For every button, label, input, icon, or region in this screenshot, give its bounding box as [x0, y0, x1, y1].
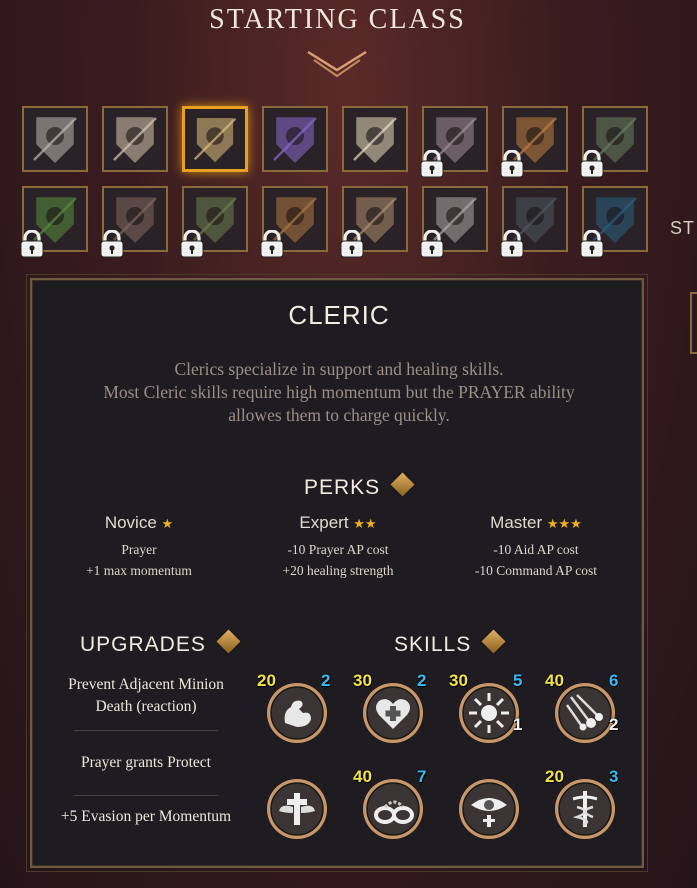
skill-momentum-cost: 7 [417, 767, 427, 786]
lock-icon [499, 230, 525, 258]
class-info-panel: CLERIC Clerics specialize in support and… [30, 278, 644, 868]
skill-momentum-cost: 6 [609, 671, 619, 690]
upgrades-heading-text: UPGRADES [80, 633, 206, 656]
upgrade-item[interactable]: Prayer grants Protect [48, 731, 244, 795]
skill-button[interactable]: 40 6 2 [545, 671, 619, 745]
skill-ap-cost: 40 [353, 767, 372, 786]
class-slot[interactable] [22, 106, 88, 172]
class-slot[interactable] [182, 106, 248, 172]
skill-button[interactable]: 40 7 [353, 767, 426, 841]
perk-title: Master [490, 513, 543, 532]
side-panel-label: ST [670, 218, 696, 238]
lock-icon [499, 150, 525, 178]
perk-line: -10 Aid AP cost [493, 542, 579, 557]
class-slot[interactable] [340, 186, 408, 258]
winged-cross-icon [267, 779, 327, 839]
class-slot[interactable] [420, 106, 488, 178]
skill-momentum-cost: 2 [321, 671, 331, 690]
class-slot[interactable] [342, 106, 408, 172]
class-slot[interactable] [500, 186, 568, 258]
perk-title: Novice [104, 513, 157, 532]
perk-master: Master ★★★ -10 Aid AP cost -10 Command A… [441, 513, 631, 581]
class-slot[interactable] [180, 186, 248, 258]
title-divider-ornament [100, 49, 575, 78]
perk-expert: Expert ★★ -10 Prayer AP cost +20 healing… [243, 513, 433, 581]
lock-icon [339, 230, 365, 258]
stag-skull-class-icon [104, 108, 166, 170]
class-description: Clerics specialize in support and healin… [32, 358, 646, 427]
lock-icon [259, 230, 285, 258]
diamond-icon [481, 629, 506, 654]
upgrade-item[interactable]: +5 Evasion per Momentum [48, 796, 244, 856]
skill-button[interactable] [457, 777, 521, 841]
skill-ap-cost: 30 [449, 671, 468, 690]
class-slot[interactable] [100, 186, 168, 258]
sword-shield-class-icon [24, 108, 86, 170]
lock-icon [99, 230, 125, 258]
lock-icon [579, 150, 605, 178]
skill-button[interactable]: 20 2 [257, 671, 330, 745]
skill-button[interactable]: 30 2 [353, 671, 426, 745]
lock-icon [419, 230, 445, 258]
lock-icon [419, 150, 445, 178]
perk-line: +1 max momentum [86, 563, 192, 578]
class-slot[interactable] [102, 106, 168, 172]
all-seeing-eye-icon [459, 779, 519, 839]
upgrades-heading: UPGRADES [80, 629, 241, 657]
description-line: allowes them to charge quickly. [228, 405, 450, 425]
lock-icon [579, 230, 605, 258]
description-line: Most Cleric skills require high momentum… [103, 382, 575, 402]
screen-title: STARTING CLASS [209, 4, 466, 35]
skill-button[interactable] [265, 777, 329, 841]
perks-heading-text: PERKS [304, 476, 381, 499]
praying-hands-class-icon [185, 109, 245, 169]
upgrade-item[interactable]: Prevent Adjacent Minion Death (reaction) [48, 672, 244, 730]
perk-line: -10 Prayer AP cost [287, 542, 389, 557]
class-slot[interactable] [260, 186, 328, 258]
perk-title: Expert [299, 513, 349, 532]
class-slot[interactable] [500, 106, 568, 178]
class-name: CLERIC [288, 300, 390, 330]
skill-ap-cost: 20 [545, 767, 564, 786]
skill-ap-cost: 30 [353, 671, 372, 690]
perk-line: -10 Command AP cost [474, 563, 598, 578]
upgrades-list: Prevent Adjacent Minion Death (reaction)… [48, 672, 244, 856]
star-icon: ★★ [353, 516, 377, 531]
description-line: Clerics specialize in support and healin… [174, 359, 504, 379]
perk-line: Prayer [121, 542, 157, 557]
skill-ap-cost: 20 [257, 671, 276, 690]
perks-heading: PERKS [304, 472, 415, 500]
side-panel-edge [690, 292, 697, 354]
class-slot[interactable] [20, 186, 88, 258]
diamond-icon [216, 629, 241, 654]
skills-heading-text: SKILLS [394, 633, 472, 656]
skill-momentum-cost: 3 [609, 767, 619, 786]
skills-heading: SKILLS [394, 629, 506, 657]
class-slot[interactable] [262, 106, 328, 172]
open-book-class-icon [344, 108, 406, 170]
diamond-icon [390, 472, 415, 497]
skill-ap-cost: 40 [545, 671, 564, 690]
perk-line: +20 healing strength [282, 563, 394, 578]
hooded-mage-class-icon [264, 108, 326, 170]
star-icon: ★ [161, 516, 174, 531]
lock-icon [19, 230, 45, 258]
skill-momentum-cost: 5 [513, 671, 523, 690]
class-slot[interactable] [580, 106, 648, 178]
skill-button[interactable]: 30 5 1 [449, 671, 523, 745]
skill-momentum-cost: 2 [417, 671, 427, 690]
lock-icon [179, 230, 205, 258]
skill-button[interactable]: 20 3 [545, 767, 618, 841]
skill-cooldown: 1 [513, 715, 523, 734]
perk-novice: Novice ★ Prayer +1 max momentum [44, 513, 234, 581]
skill-cooldown: 2 [609, 715, 619, 734]
star-icon: ★★★ [546, 516, 582, 531]
class-slot[interactable] [580, 186, 648, 258]
class-slot[interactable] [420, 186, 488, 258]
